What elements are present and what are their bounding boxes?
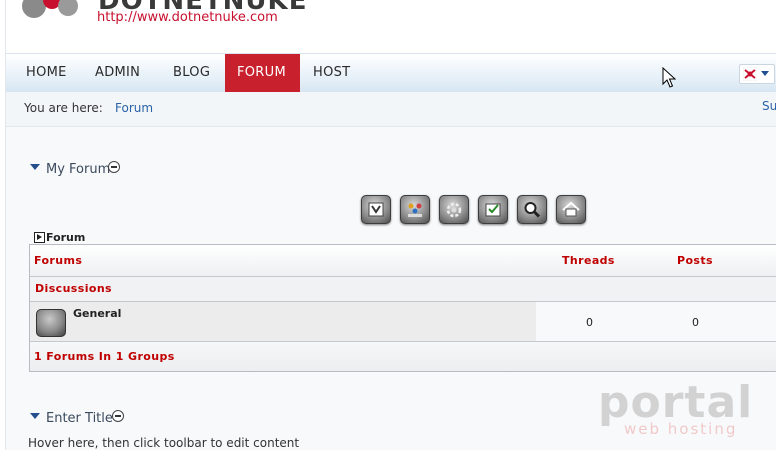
forum-status-icon [36, 309, 66, 337]
nav-forum[interactable]: FORUM [225, 54, 300, 92]
site-logo[interactable]: DOTNETNUKE http://www.dotnetnuke.com [22, 0, 306, 50]
main-nav: HOME ADMIN BLOG FORUM HOST [6, 53, 776, 93]
search-icon [524, 202, 541, 218]
forum-posts-count: 0 [692, 316, 699, 329]
forum-count-cells: 0 0 [536, 302, 776, 341]
table-header-row: Forums Threads Posts [30, 245, 776, 277]
toolbar-settings-button[interactable] [439, 195, 469, 224]
edit-content-hint: Hover here, then click toolbar to edit c… [28, 436, 300, 450]
nav-blog[interactable]: BLOG [161, 54, 222, 92]
watermark-small-text: web hosting [624, 420, 738, 438]
toolbar-members-button[interactable] [400, 195, 430, 224]
my-posts-icon [485, 203, 501, 217]
minimize-icon[interactable] [108, 161, 120, 173]
forum-sub-label: Forum [46, 231, 86, 244]
mouse-cursor-icon [662, 67, 676, 88]
expand-icon[interactable] [34, 232, 45, 243]
toolbar-home-button[interactable] [556, 195, 586, 224]
collapse-triangle-icon[interactable] [30, 164, 40, 170]
module-title-my-forum: My Forum [46, 162, 111, 177]
nav-host[interactable]: HOST [301, 54, 362, 92]
home-icon [562, 201, 580, 217]
forum-group-row: Discussions [30, 277, 776, 302]
breadcrumb-right-link[interactable]: Su [762, 99, 776, 113]
chevron-down-icon [761, 71, 769, 76]
group-discussions-link[interactable]: Discussions [35, 282, 112, 295]
users-icon [408, 203, 422, 217]
toolbar-search-button[interactable] [517, 195, 547, 224]
nav-home[interactable]: HOME [14, 54, 79, 92]
table-row: General 0 0 [30, 302, 776, 342]
logo-url[interactable]: http://www.dotnetnuke.com [97, 10, 278, 25]
module-title-enter-title: Enter Title [46, 411, 113, 426]
language-selector[interactable] [739, 64, 775, 84]
settings-icon [446, 202, 462, 218]
toolbar-my-posts-button[interactable] [478, 195, 508, 224]
column-header-posts: Posts [677, 254, 713, 267]
breadcrumb-label: You are here: [24, 101, 103, 115]
forum-table: Forums Threads Posts Discussions General… [29, 244, 776, 372]
column-header-threads: Threads [562, 254, 615, 267]
column-header-forums: Forums [34, 254, 83, 267]
forum-summary: 1 Forums In 1 Groups [34, 350, 175, 363]
flag-icon [743, 67, 757, 81]
subscribe-icon [368, 202, 384, 217]
breadcrumb: You are here: Forum Su [6, 92, 776, 127]
breadcrumb-forum-link[interactable]: Forum [115, 101, 153, 115]
forum-general-link[interactable]: General [73, 307, 121, 320]
table-footer-row: 1 Forums In 1 Groups [30, 342, 776, 371]
forum-threads-count: 0 [586, 316, 593, 329]
toolbar-subscribe-button[interactable] [361, 195, 391, 224]
nav-admin[interactable]: ADMIN [83, 54, 152, 92]
minimize-icon[interactable] [112, 410, 124, 422]
logo-mark-icon [22, 0, 78, 18]
portal-watermark-logo: portal web hosting [598, 377, 758, 443]
collapse-triangle-icon[interactable] [30, 413, 40, 419]
